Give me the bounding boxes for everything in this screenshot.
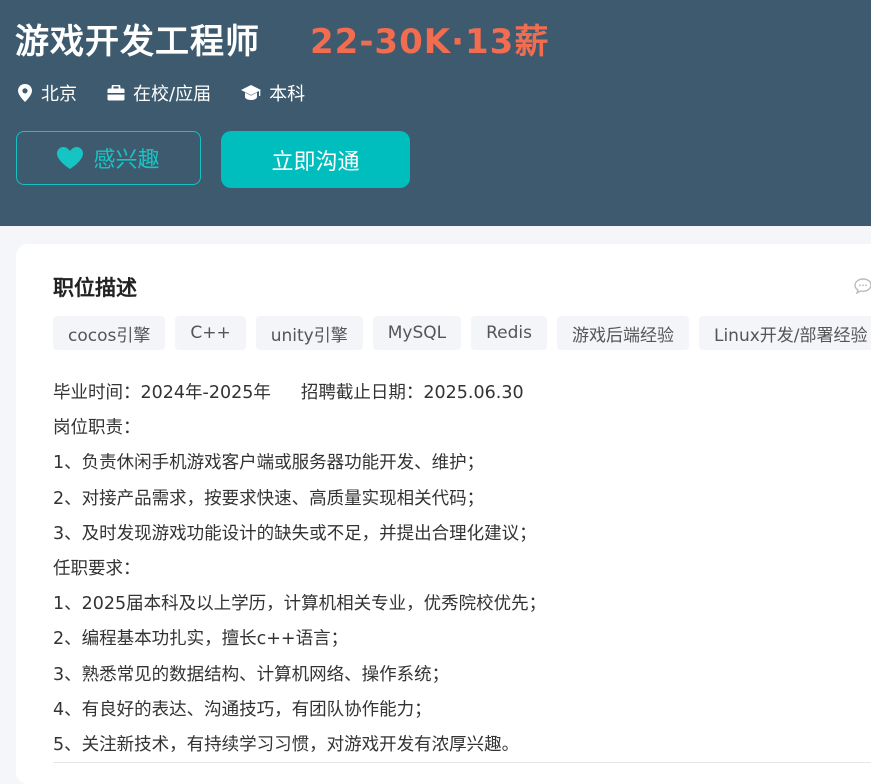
title-row: 游戏开发工程师 22-30K·13薪 (15, 14, 549, 63)
location-pin-icon (18, 84, 32, 102)
job-title: 游戏开发工程师 (15, 22, 260, 62)
dates-line: 毕业时间：2024年-2025年 招聘截止日期：2025.06.30 (53, 376, 546, 411)
skill-tag: Linux开发/部署经验 (698, 316, 871, 350)
meta-city: 北京 (17, 80, 77, 106)
description-line: 3、熟悉常见的数据结构、计算机网络、操作系统； (53, 664, 450, 685)
job-description-text: 毕业时间：2024年-2025年 招聘截止日期：2025.06.30 岗位职责： … (53, 376, 546, 763)
description-line: 3、及时发现游戏功能设计的缺失或不足，并提出合理化建议； (53, 523, 537, 544)
skill-tag: cocos引擎 (53, 316, 166, 350)
description-line: 岗位职责： (53, 418, 141, 439)
description-line: 1、负责休闲手机游戏客户端或服务器功能开发、维护； (53, 453, 485, 474)
chat-now-label: 立即沟通 (271, 149, 360, 175)
salary: 22-30K·13薪 (310, 22, 550, 62)
interest-label: 感兴趣 (93, 148, 160, 173)
briefcase-icon (107, 85, 125, 101)
skill-tag: C++ (175, 316, 246, 350)
skill-tag: MySQL (372, 316, 462, 350)
experience-label: 在校/应届 (133, 84, 212, 105)
heart-icon (57, 147, 84, 169)
divider (53, 762, 871, 763)
description-line: 5、关注新技术，有持续学习习惯，对游戏开发有浓厚兴趣。 (53, 735, 520, 756)
chat-now-button[interactable]: 立即沟通 (221, 131, 410, 188)
skill-tags: cocos引擎 C++ unity引擎 MySQL Redis 游戏后端经验 L… (53, 316, 871, 350)
meta-experience: 在校/应届 (107, 80, 211, 106)
job-header: 游戏开发工程师 22-30K·13薪 北京 在校/应届 本科 感兴趣 立即沟通 (0, 0, 871, 226)
city-label: 北京 (41, 84, 77, 105)
action-buttons: 感兴趣 立即沟通 (16, 131, 410, 188)
skill-tag: unity引擎 (255, 316, 363, 350)
skill-tag: 游戏后端经验 (556, 316, 689, 350)
job-description-card: 职位描述 cocos引擎 C++ unity引擎 MySQL Redis 游戏后… (16, 244, 871, 784)
graduation-time: 毕业时间：2024年-2025年 (53, 383, 271, 403)
section-title: 职位描述 (53, 276, 137, 300)
graduation-cap-icon (241, 85, 262, 100)
meta-degree: 本科 (241, 80, 305, 106)
description-line: 2、对接产品需求，按要求快速、高质量实现相关代码； (53, 488, 485, 509)
degree-label: 本科 (269, 84, 306, 105)
application-deadline: 招聘截止日期：2025.06.30 (300, 383, 524, 403)
description-line: 1、2025届本科及以上学历，计算机相关专业，优秀院校优先； (53, 594, 547, 615)
job-meta: 北京 在校/应届 本科 (17, 80, 335, 106)
interest-button[interactable]: 感兴趣 (16, 131, 201, 185)
skill-tag: Redis (471, 316, 547, 350)
description-line: 4、有良好的表达、沟通技巧，有团队协作能力； (53, 699, 432, 720)
description-line: 任职要求： (53, 559, 141, 580)
description-line: 2、编程基本功扎实，擅长c++语言； (53, 629, 349, 650)
chat-bubble-icon[interactable] (854, 278, 871, 294)
